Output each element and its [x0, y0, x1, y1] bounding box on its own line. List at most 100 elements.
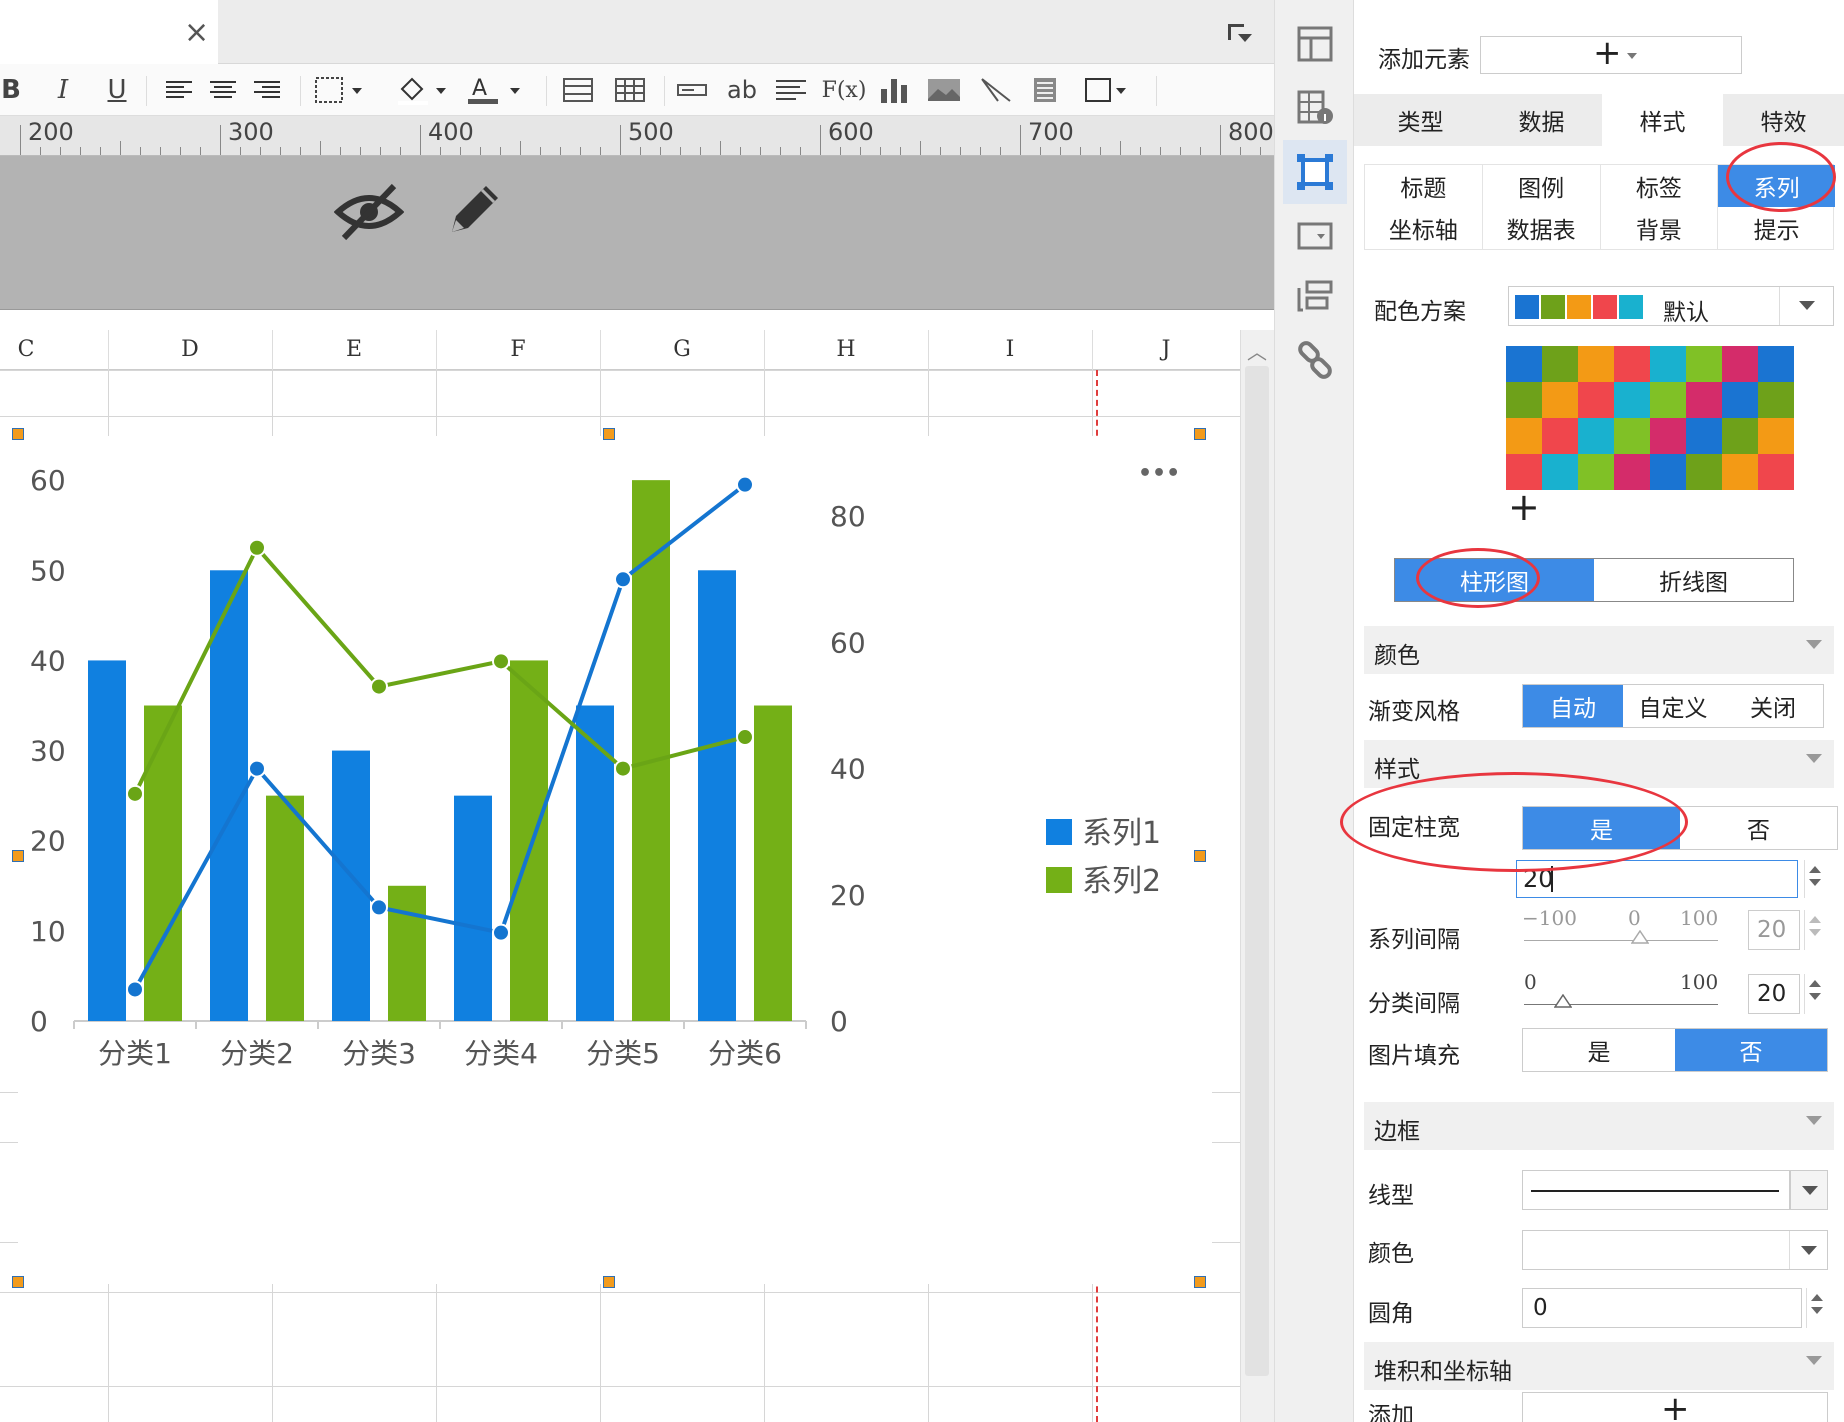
border-icon[interactable] — [314, 72, 366, 108]
document-tab[interactable]: × — [0, 0, 218, 64]
subtab-data-table[interactable]: 数据表 — [1483, 207, 1601, 249]
palette-cell[interactable] — [1722, 454, 1758, 490]
column-header[interactable]: F — [436, 330, 600, 370]
palette-cell[interactable] — [1758, 346, 1794, 382]
table-icon[interactable] — [614, 72, 646, 108]
palette-cell[interactable] — [1506, 418, 1542, 454]
palette-cell[interactable] — [1686, 454, 1722, 490]
subtab-label-tab[interactable]: 标签 — [1601, 165, 1719, 207]
chart-properties-tab[interactable] — [1283, 140, 1347, 204]
text-tool-button[interactable]: ab — [724, 72, 760, 108]
underline-button[interactable]: U — [104, 72, 130, 108]
series-gap-slider[interactable] — [1524, 930, 1718, 946]
scrollbar-thumb[interactable] — [1245, 366, 1269, 1376]
palette-cell[interactable] — [1758, 454, 1794, 490]
add-series-axis-button[interactable]: + — [1522, 1389, 1828, 1422]
category-gap-input[interactable]: 20 — [1748, 974, 1800, 1014]
palette-cell[interactable] — [1722, 382, 1758, 418]
series-gap-stepper[interactable] — [1804, 910, 1824, 950]
align-left-icon[interactable] — [164, 72, 194, 108]
italic-button[interactable]: I — [50, 72, 76, 108]
scroll-up-icon[interactable]: ︿ — [1247, 336, 1267, 365]
palette-cell[interactable] — [1578, 346, 1614, 382]
resize-handle[interactable] — [603, 428, 615, 440]
column-header[interactable]: G — [600, 330, 764, 370]
palette-cell[interactable] — [1686, 346, 1722, 382]
tab-data[interactable]: 数据 — [1481, 94, 1602, 146]
tab-type[interactable]: 类型 — [1360, 94, 1481, 146]
category-gap-slider[interactable] — [1524, 994, 1718, 1010]
column-header[interactable]: C — [0, 330, 52, 370]
palette-cell[interactable] — [1542, 418, 1578, 454]
palette-cell[interactable] — [1506, 346, 1542, 382]
color-section-header[interactable]: 颜色 — [1364, 626, 1834, 674]
frame-icon[interactable] — [1082, 72, 1130, 108]
column-header[interactable]: D — [108, 330, 272, 370]
fill-color-icon[interactable] — [396, 72, 452, 108]
palette-cell[interactable] — [1650, 346, 1686, 382]
subtab-legend[interactable]: 图例 — [1483, 165, 1601, 207]
close-tab-icon[interactable]: × — [184, 18, 209, 48]
list-icon[interactable] — [1030, 72, 1060, 108]
slash-icon[interactable] — [978, 72, 1014, 108]
palette-cell[interactable] — [1542, 346, 1578, 382]
palette-cell[interactable] — [1578, 418, 1614, 454]
gradient-off-option[interactable]: 关闭 — [1723, 685, 1823, 727]
cell-info-icon[interactable] — [1295, 88, 1335, 128]
palette-cell[interactable] — [1614, 382, 1650, 418]
palette-cell[interactable] — [1614, 418, 1650, 454]
palette-cell[interactable] — [1650, 454, 1686, 490]
resize-handle[interactable] — [1194, 428, 1206, 440]
chart-widget[interactable]: 010203040506070020406080100分类1分类2分类3分类4分… — [18, 374, 1212, 1284]
gradient-auto-option[interactable]: 自动 — [1523, 685, 1623, 727]
widget-icon[interactable] — [1295, 216, 1335, 256]
layout-icon[interactable] — [1295, 24, 1335, 64]
image-fill-yes-option[interactable]: 是 — [1523, 1029, 1675, 1071]
column-header[interactable]: H — [764, 330, 928, 370]
edit-pencil-icon[interactable] — [438, 176, 508, 246]
resize-handle[interactable] — [603, 1276, 615, 1288]
palette-cell[interactable] — [1542, 454, 1578, 490]
gradient-custom-option[interactable]: 自定义 — [1623, 685, 1723, 727]
palette-cell[interactable] — [1578, 382, 1614, 418]
column-header[interactable]: J — [1092, 330, 1240, 370]
image-icon[interactable] — [926, 72, 962, 108]
palette-cell[interactable] — [1722, 346, 1758, 382]
border-section-header[interactable]: 边框 — [1364, 1102, 1834, 1150]
resize-handle[interactable] — [12, 850, 24, 862]
category-gap-stepper[interactable] — [1804, 974, 1824, 1014]
resize-handle[interactable] — [1194, 1276, 1206, 1288]
formula-button[interactable]: F(x) — [822, 72, 867, 108]
slider-thumb-icon[interactable] — [1553, 994, 1572, 1008]
tab-style[interactable]: 样式 — [1602, 94, 1723, 146]
fixed-width-no-option[interactable]: 否 — [1680, 807, 1837, 849]
resize-handle[interactable] — [12, 1276, 24, 1288]
palette-cell[interactable] — [1758, 418, 1794, 454]
vertical-scrollbar[interactable]: ︿ — [1240, 330, 1274, 1422]
palette-cell[interactable] — [1506, 382, 1542, 418]
font-color-icon[interactable]: A — [464, 72, 526, 108]
resize-handle[interactable] — [1194, 850, 1206, 862]
chart-icon[interactable] — [878, 72, 910, 108]
add-element-dropdown[interactable]: + — [1480, 33, 1742, 74]
hyperlink-icon[interactable] — [1295, 340, 1335, 380]
column-header[interactable]: E — [272, 330, 436, 370]
resize-handle[interactable] — [12, 428, 24, 440]
line-type-dropdown[interactable] — [1790, 1170, 1828, 1210]
line-chart-option[interactable]: 折线图 — [1594, 559, 1793, 601]
corner-radius-input[interactable]: 0 — [1522, 1288, 1802, 1328]
palette-cell[interactable] — [1650, 382, 1686, 418]
border-color-select[interactable] — [1522, 1230, 1828, 1270]
bar-width-stepper[interactable] — [1804, 860, 1824, 898]
subtab-title[interactable]: 标题 — [1365, 165, 1483, 207]
line-type-select[interactable] — [1522, 1170, 1790, 1210]
cell-element-icon[interactable] — [1295, 276, 1335, 316]
corner-radius-stepper[interactable] — [1806, 1288, 1826, 1328]
hide-eye-icon[interactable] — [334, 176, 404, 246]
field-icon[interactable] — [676, 72, 708, 108]
color-palette[interactable] — [1506, 346, 1794, 490]
palette-cell[interactable] — [1758, 382, 1794, 418]
palette-cell[interactable] — [1614, 346, 1650, 382]
column-header[interactable]: I — [928, 330, 1092, 370]
bold-button[interactable]: B — [0, 72, 22, 108]
